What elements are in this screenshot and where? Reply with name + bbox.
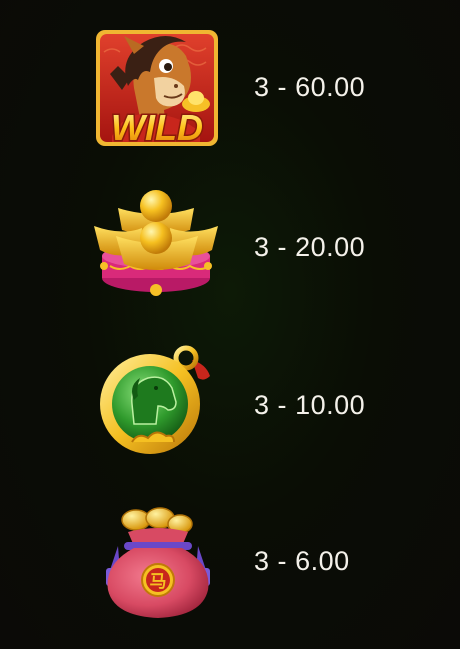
min-count: 3 xyxy=(254,546,270,576)
min-count: 3 xyxy=(254,232,270,262)
paytable-row-lucky-bag: 马 3 - 6.00 xyxy=(0,498,460,628)
wild-label: WILD xyxy=(111,107,203,148)
paytable-row-gold-ingots: 3 - 20.00 xyxy=(0,186,460,316)
lucky-bag-icon: 马 xyxy=(94,506,222,634)
bag-emblem-glyph: 马 xyxy=(150,572,167,592)
payout-value: 6.00 xyxy=(295,546,350,576)
payout-text: 3 - 20.00 xyxy=(254,232,365,263)
separator: - xyxy=(277,390,288,420)
payout-value: 60.00 xyxy=(295,72,366,102)
separator: - xyxy=(277,72,288,102)
min-count: 3 xyxy=(254,390,270,420)
payout-text: 3 - 10.00 xyxy=(254,390,365,421)
paytable-row-jade-medallion: 3 - 10.00 xyxy=(0,340,460,470)
payout-text: 3 - 6.00 xyxy=(254,546,350,577)
paytable-row-wild: WILD 3 - 60.00 xyxy=(0,26,460,156)
payout-text: 3 - 60.00 xyxy=(254,72,365,103)
min-count: 3 xyxy=(254,72,270,102)
jade-horse-medallion-icon xyxy=(94,340,222,468)
separator: - xyxy=(277,232,288,262)
payout-value: 20.00 xyxy=(295,232,366,262)
gold-ingots-icon xyxy=(94,186,222,314)
separator: - xyxy=(277,546,288,576)
wild-horse-icon: WILD xyxy=(94,28,222,156)
payout-value: 10.00 xyxy=(295,390,366,420)
